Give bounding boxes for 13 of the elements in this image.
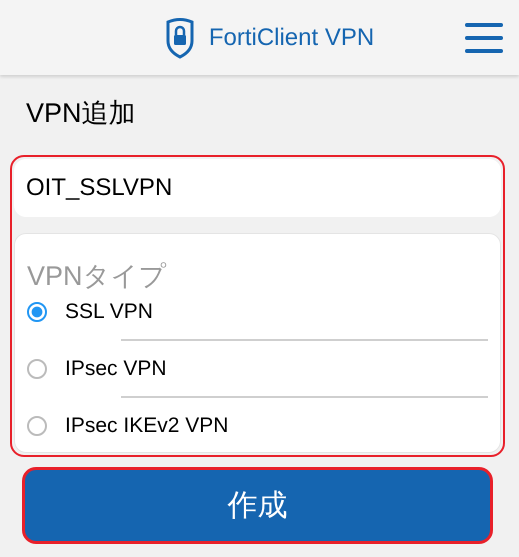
shield-lock-icon [164,16,195,58]
app-title: FortiClient VPN [208,24,374,52]
radio-button[interactable] [27,416,47,436]
radio-button[interactable] [27,359,47,379]
option-label[interactable]: IPsec VPN [65,357,167,381]
radio-button[interactable] [27,302,47,322]
option-label[interactable]: IPsec IKEv2 VPN [65,414,228,438]
option-label[interactable]: SSL VPN [65,300,153,324]
menu-icon[interactable] [465,23,503,53]
page-title: VPN追加 [25,97,137,130]
create-button[interactable]: 作成 [22,467,493,544]
name-field[interactable]: OIT_SSLVPN [14,159,501,217]
field-label: VPNタイプ [27,260,168,292]
